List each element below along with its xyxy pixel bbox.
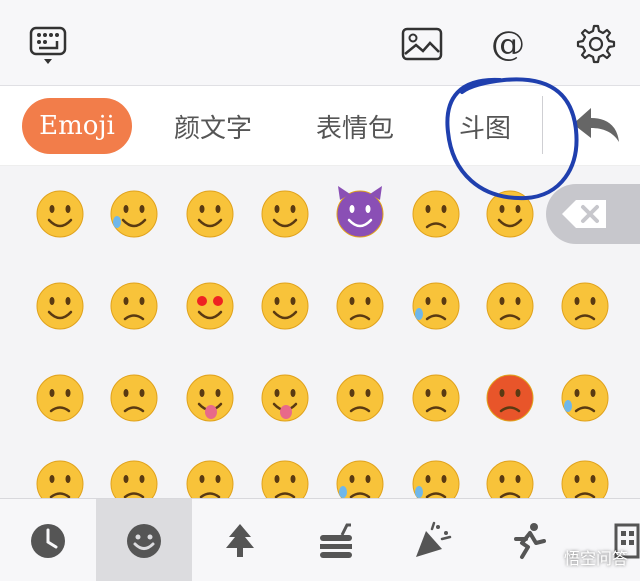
- food-category[interactable]: [288, 499, 384, 581]
- image-icon[interactable]: [400, 22, 444, 66]
- category-tabs: Emoji 颜文字 表情包 斗图: [0, 86, 640, 166]
- activity-category[interactable]: [384, 499, 480, 581]
- cold-sweat-emoji[interactable]: [412, 460, 460, 498]
- kissing-heart-emoji[interactable]: [36, 374, 84, 422]
- relieved-emoji[interactable]: [110, 282, 158, 330]
- scream-emoji[interactable]: [486, 460, 534, 498]
- stuck-out-tongue-winking-eye-emoji[interactable]: [186, 374, 234, 422]
- smiley-icon: [127, 523, 161, 558]
- keyboard-icon[interactable]: [26, 22, 70, 66]
- smile-emoji[interactable]: [261, 190, 309, 238]
- nature-category[interactable]: [192, 499, 288, 581]
- watermark: 悟空问答: [563, 549, 628, 568]
- rage-emoji[interactable]: [486, 374, 534, 422]
- tab-divider: [542, 96, 543, 154]
- tab-doutu[interactable]: 斗图: [430, 98, 540, 154]
- smiley-emoji[interactable]: [186, 190, 234, 238]
- joy-emoji[interactable]: [110, 190, 158, 238]
- recent-category[interactable]: [0, 499, 96, 581]
- grimacing-emoji[interactable]: [36, 190, 84, 238]
- kissing-closed-eyes-emoji[interactable]: [110, 374, 158, 422]
- runner-icon: [514, 522, 546, 559]
- fearful-emoji[interactable]: [186, 460, 234, 498]
- disappointed-relieved-emoji[interactable]: [110, 460, 158, 498]
- pensive-emoji[interactable]: [486, 282, 534, 330]
- emoji-grid: [0, 166, 640, 498]
- undo-icon[interactable]: [570, 102, 622, 150]
- blush-emoji[interactable]: [486, 190, 534, 238]
- angry-emoji[interactable]: [412, 374, 460, 422]
- sleepy-emoji[interactable]: [261, 460, 309, 498]
- sob-emoji[interactable]: [336, 460, 384, 498]
- dizzy-face-emoji[interactable]: [561, 460, 609, 498]
- smileys-category[interactable]: [96, 499, 192, 581]
- travel-category[interactable]: [480, 499, 576, 581]
- heart-eyes-emoji[interactable]: [186, 282, 234, 330]
- relaxed-emoji[interactable]: [36, 282, 84, 330]
- smirk-emoji[interactable]: [261, 282, 309, 330]
- disappointed-emoji[interactable]: [336, 374, 384, 422]
- unamused-emoji[interactable]: [336, 282, 384, 330]
- food-icon: [320, 523, 352, 558]
- wink-emoji[interactable]: [412, 190, 460, 238]
- toolbar: @: [0, 0, 640, 86]
- party-icon: [416, 521, 452, 557]
- persevere-emoji[interactable]: [36, 460, 84, 498]
- bottom-category-bar: 悟空问答: [0, 498, 640, 581]
- backspace-button[interactable]: [546, 184, 640, 244]
- clock-icon: [31, 523, 65, 558]
- emoji-grid-canvas[interactable]: [0, 166, 640, 498]
- backspace-icon: [562, 200, 606, 228]
- smiling-imp-emoji[interactable]: [336, 186, 384, 238]
- cry-emoji[interactable]: [561, 374, 609, 422]
- confounded-emoji[interactable]: [561, 282, 609, 330]
- stuck-out-tongue-closed-eyes-emoji[interactable]: [261, 374, 309, 422]
- tab-kaomoji[interactable]: 颜文字: [158, 98, 268, 154]
- tab-emoji[interactable]: Emoji: [22, 98, 132, 154]
- at-icon[interactable]: @: [486, 22, 530, 66]
- sweat-emoji[interactable]: [412, 282, 460, 330]
- tree-icon: [226, 523, 254, 557]
- gear-icon[interactable]: [574, 22, 618, 66]
- tab-stickers[interactable]: 表情包: [300, 98, 410, 154]
